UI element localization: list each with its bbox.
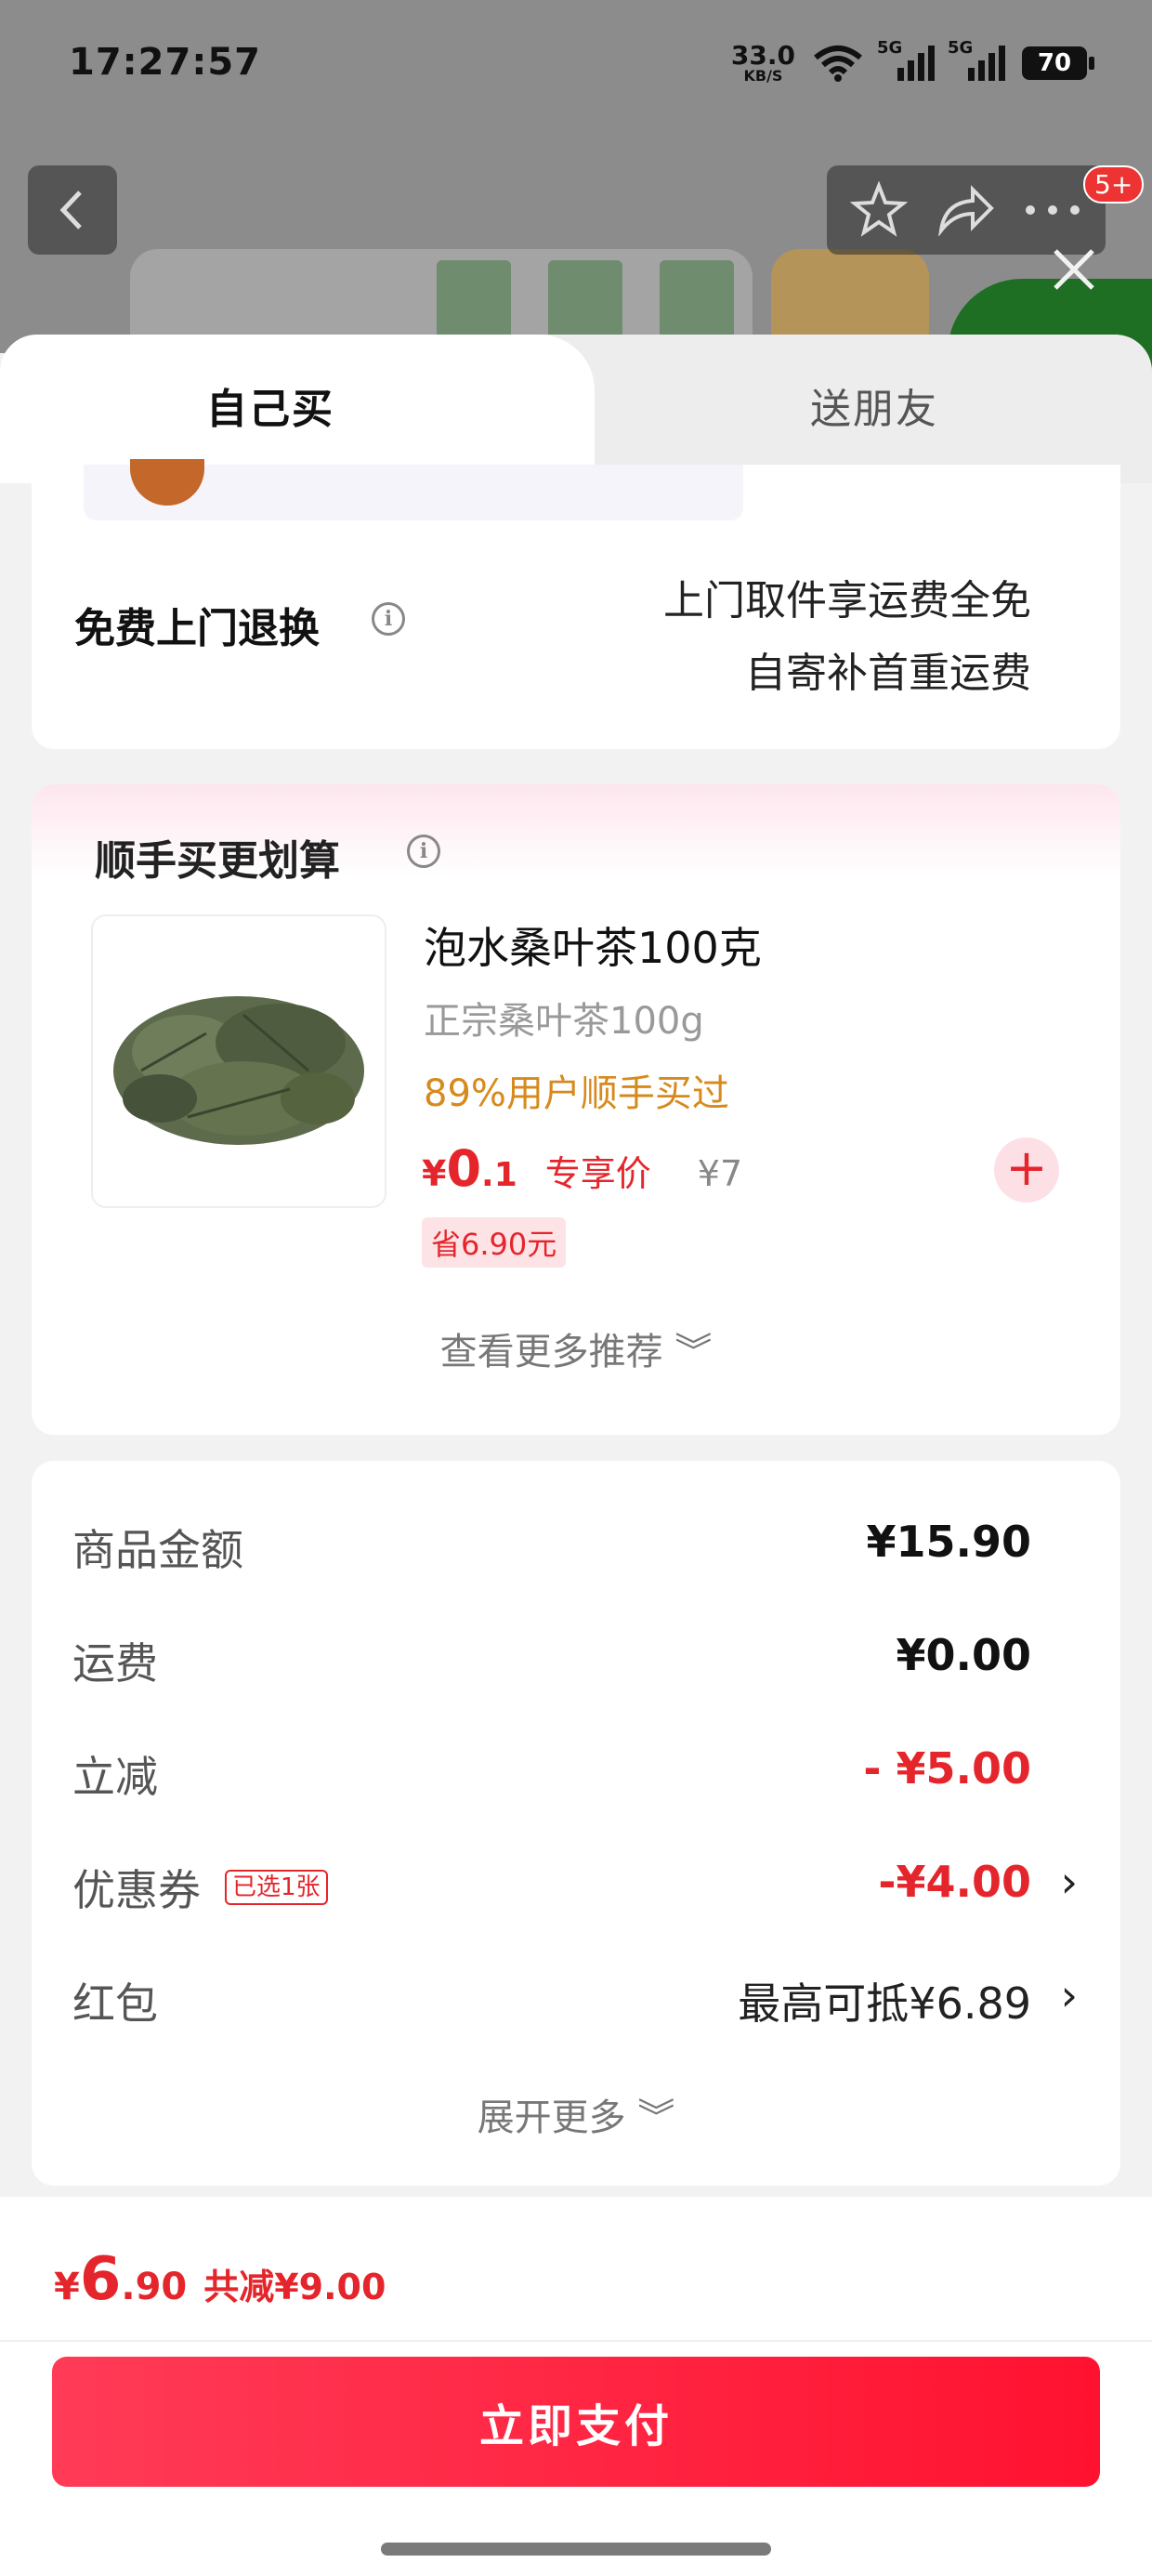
chevron-right-icon: › [1060, 1970, 1078, 2020]
row-label: 商品金额 [72, 1525, 243, 1575]
product-subtitle: 正宗桑叶茶100g [424, 1000, 704, 1043]
product-price: ¥ 0 .1 专享价 ¥7 [422, 1139, 742, 1198]
price-currency: ¥ [422, 1153, 447, 1194]
price-row-red-packet[interactable]: 红包 最高可抵¥6.89 › [32, 1961, 1120, 2035]
header-actions [827, 165, 1106, 255]
home-indicator[interactable] [381, 2543, 771, 2556]
view-more-recommendations[interactable]: 查看更多推荐 ︾ [32, 1321, 1120, 1375]
expand-more[interactable]: 展开更多 ︾ [32, 2087, 1120, 2141]
battery-icon: 70 [1022, 46, 1094, 80]
cell-signal-icon: 5G [948, 38, 1005, 81]
info-icon[interactable]: i [372, 602, 405, 636]
network-speed-value: 33.0 [730, 40, 795, 71]
row-value: 最高可抵¥6.89 [738, 1978, 1031, 2029]
notification-badge: 5+ [1083, 165, 1145, 204]
row-label: 优惠券 [72, 1865, 201, 1915]
status-icons: 33.0 KB/S 5G 5G 70 [731, 38, 1094, 84]
product-image[interactable] [91, 914, 386, 1208]
back-button[interactable] [28, 165, 117, 255]
row-label: 运费 [72, 1638, 158, 1689]
share-icon[interactable] [936, 184, 995, 236]
cropped-item-chip [84, 459, 743, 520]
returns-line-2: 自寄补首重运费 [745, 650, 1031, 697]
chevron-right-icon: › [1060, 1857, 1078, 1907]
total-integer: 6 [79, 2245, 122, 2314]
wifi-icon [814, 46, 862, 82]
tab-self-label: 自己买 [206, 386, 334, 433]
total-price: ¥ 6 .90 共减¥9.00 [54, 2245, 386, 2314]
coupon-selected-badge: 已选1张 [225, 1870, 328, 1905]
checkout-footer: ¥ 6 .90 共减¥9.00 立即支付 [0, 2197, 1152, 2576]
total-reduction: 共减¥9.00 [203, 2267, 386, 2307]
price-integer: 0 [446, 1139, 482, 1198]
status-bar: 17:27:57 33.0 KB/S 5G 5G 70 [0, 0, 1152, 139]
price-label: 专享价 [544, 1153, 651, 1194]
row-value: ¥0.00 [896, 1630, 1031, 1680]
returns-title: 免费上门退换 [74, 605, 320, 652]
item-thumbnail [130, 459, 204, 506]
tea-leaves-image [113, 996, 364, 1145]
bought-rate: 89%用户顺手买过 [424, 1072, 729, 1115]
signal-label: 5G [877, 38, 903, 58]
network-speed: 33.0 KB/S [731, 43, 795, 84]
cell-signal-icon: 5G [877, 38, 935, 81]
returns-line-1: 上门取件享运费全免 [663, 577, 1031, 624]
row-value: ¥15.90 [866, 1517, 1031, 1567]
savings-badge: 省6.90元 [422, 1217, 567, 1268]
pay-now-button[interactable]: 立即支付 [52, 2357, 1100, 2487]
returns-card: 免费上门退换 i 上门取件享运费全免 自寄补首重运费 [32, 459, 1120, 749]
star-icon[interactable] [850, 181, 908, 239]
price-row-subtotal: 商品金额 ¥15.90 [32, 1507, 1120, 1582]
add-to-order-button[interactable]: + [994, 1137, 1059, 1203]
recommendation-card: 顺手买更划算 i 泡水桑叶茶100克 正宗桑叶茶100g 89%用户顺手买过 ¥… [32, 784, 1120, 1435]
product-name[interactable]: 泡水桑叶茶100克 [424, 914, 762, 976]
row-label: 立减 [72, 1752, 158, 1802]
divider [0, 2340, 1152, 2342]
price-row-coupon[interactable]: 优惠券 已选1张 -¥4.00 › [32, 1847, 1120, 1922]
status-time: 17:27:57 [69, 41, 261, 84]
row-value: - ¥5.00 [863, 1743, 1031, 1794]
network-speed-unit: KB/S [743, 67, 783, 85]
row-value: -¥4.00 [878, 1857, 1031, 1907]
close-icon[interactable] [1048, 243, 1100, 296]
recommendation-title: 顺手买更划算 [95, 837, 340, 885]
chevron-left-icon [59, 191, 82, 230]
row-label: 红包 [72, 1978, 158, 2029]
signal-label: 5G [948, 38, 974, 58]
price-row-discount: 立减 - ¥5.00 [32, 1734, 1120, 1808]
total-currency: ¥ [54, 2266, 80, 2308]
tab-gift-label: 送朋友 [810, 386, 938, 433]
price-details-card: 商品金额 ¥15.90 运费 ¥0.00 立减 - ¥5.00 优惠券 已选1张… [32, 1461, 1120, 2186]
info-icon[interactable]: i [407, 835, 440, 868]
price-row-shipping: 运费 ¥0.00 [32, 1621, 1120, 1695]
total-decimal: .90 [121, 2266, 188, 2308]
original-price: ¥7 [697, 1153, 743, 1194]
price-decimal: .1 [481, 1156, 517, 1194]
more-icon[interactable] [1023, 201, 1082, 219]
